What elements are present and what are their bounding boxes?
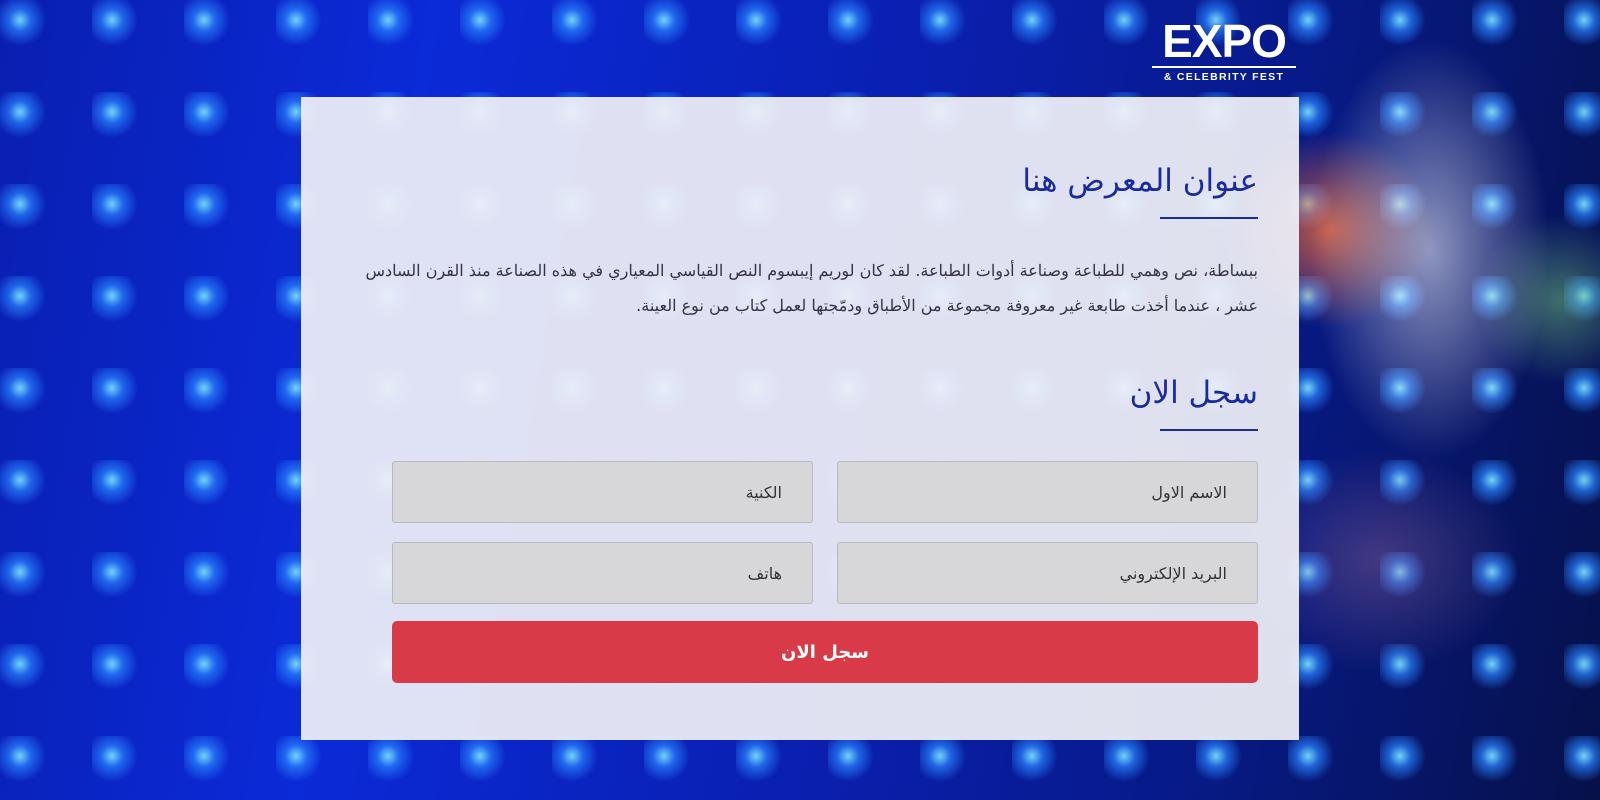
registration-form: سجل الان — [392, 461, 1258, 683]
exhibition-title: عنوان المعرض هنا — [1022, 163, 1258, 199]
first-name-input[interactable] — [837, 461, 1258, 523]
logo-wordmark: EXPO — [1162, 15, 1287, 67]
register-now-button[interactable]: سجل الان — [392, 621, 1258, 683]
exhibition-description: ببساطة، نص وهمي للطباعة وصناعة أدوات الط… — [365, 261, 1258, 315]
register-title: سجل الان — [1129, 375, 1258, 411]
exhibition-title-underline — [1160, 217, 1258, 219]
register-section: سجل الان سجل الان — [342, 371, 1258, 683]
email-input[interactable] — [837, 542, 1258, 604]
name-row — [392, 461, 1258, 523]
registration-card: عنوان المعرض هنا ببساطة، نص وهمي للطباعة… — [301, 97, 1299, 740]
expo-logo: EXPO & CELEBRITY FEST — [1152, 18, 1296, 83]
logo-tagline: & CELEBRITY FEST — [1163, 71, 1285, 83]
contact-row — [392, 542, 1258, 604]
register-title-underline — [1160, 429, 1258, 431]
phone-input[interactable] — [392, 542, 813, 604]
last-name-input[interactable] — [392, 461, 813, 523]
